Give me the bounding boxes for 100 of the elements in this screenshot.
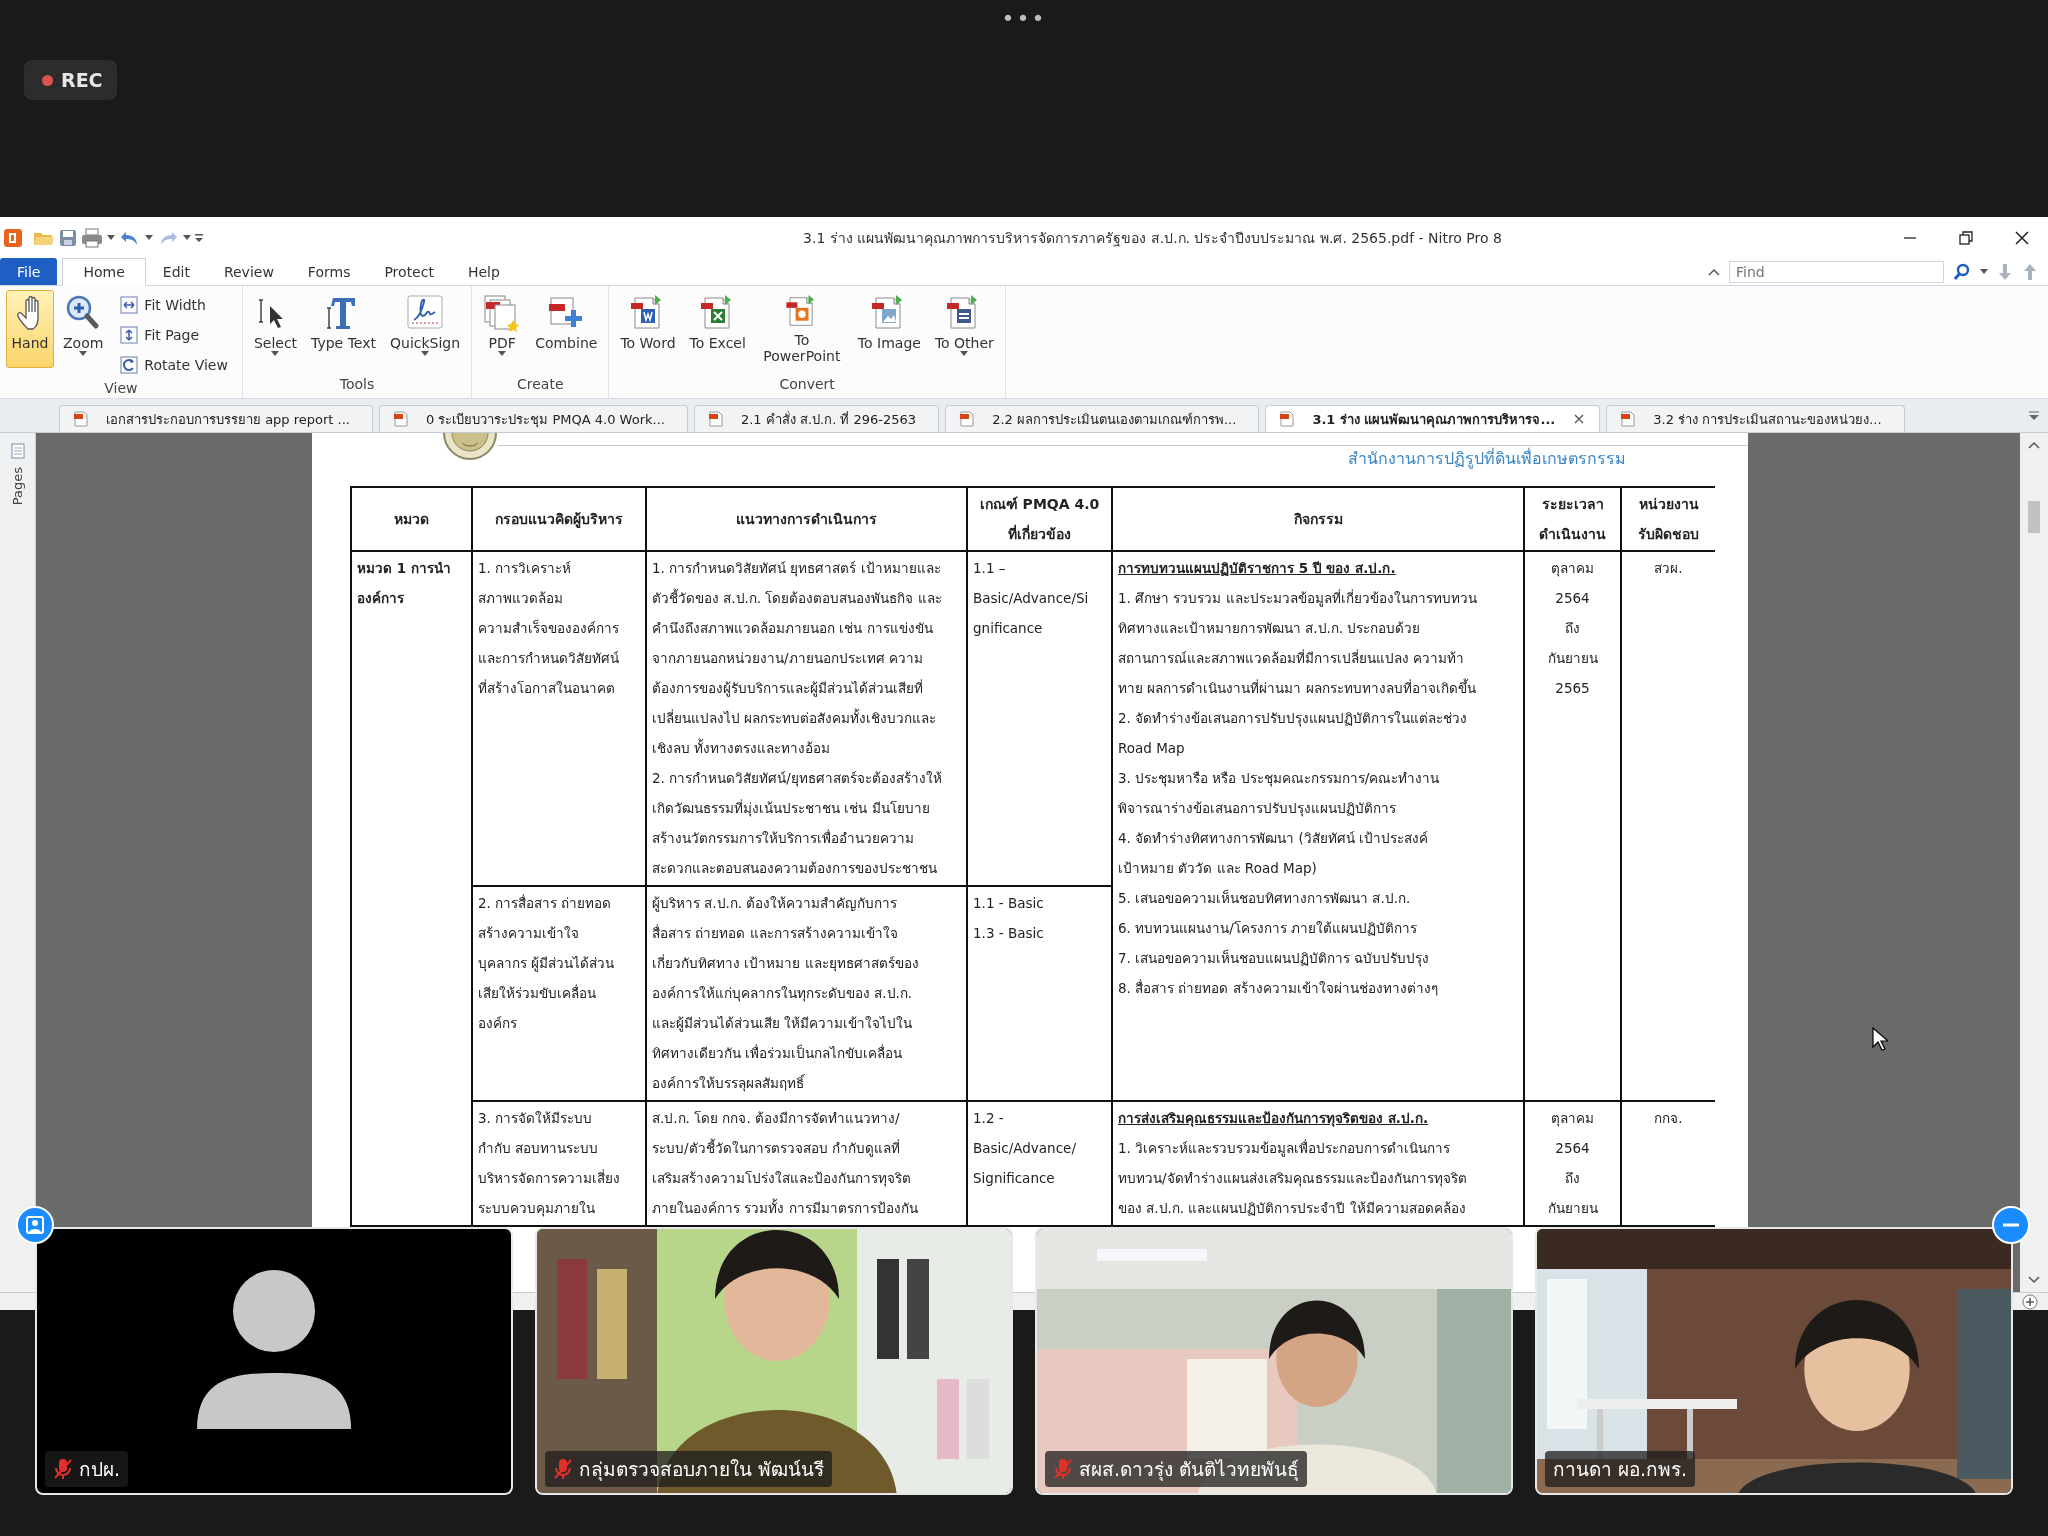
paragraph: 1. ศึกษา รวบรวม และประมวลข้อมูลที่เกี่ยวข้องในการทบทวน ทิศทางและเป้าหมายการพัฒนา ส.ป.ก. ประกอบด้วย สถานการณ์และสภาพแวดล้อมที่มีการเปลี่ยนแปลง ความท้า ทาย ผลการดำเนินงานที่ผ่านมา ผลกระทบทางลบที่อาจเกิดขึ้น — [1118, 588, 1478, 698]
search-icon[interactable] — [1953, 262, 1971, 281]
caret-icon[interactable] — [183, 235, 191, 240]
ribbon-button[interactable]: Rotate View — [116, 352, 232, 378]
document-tab[interactable]: 3.1 ร่าง แผนพัฒนาคุณภาพการบริหารจ... — [1265, 405, 1601, 432]
column-header: ระยะเวลา ดำเนินงาน — [1524, 487, 1621, 551]
paragraph: ผู้บริหาร ส.ป.ก. ต้องให้ความสำคัญกับการ สื่อสาร ถ่ายทอด และการสร้างความเข้าใจ เกี่ยวกับทิศทาง เป้าหมาย และยุทธศาสตร์ของ องค์การให้แก่บุคลากรในทุกระดับของ ส.ป.ก. และผู้มีส่วนได้ส่วนเสีย ให้มีความเข้าใจไปใน ทิศทางเดียวกัน เพื่อร่วมเป็นกลไกขับเคลื่อน องค์การให้บรรลุผลสัมฤทธิ์ — [652, 894, 920, 1094]
ribbon-tab[interactable]: Review — [206, 258, 291, 285]
table-cell: 2. การสื่อสาร ถ่ายทอด สร้างความเข้าใจ บุคลากร ผู้มีส่วนได้ส่วน เสียให้ร่วมขับเคลื่อน องค์กร — [472, 886, 646, 1101]
ribbon-button[interactable]: PDF — [478, 290, 527, 368]
document-tab[interactable]: 3.2 ร่าง การประเมินสถานะของหน่วยง... — [1606, 405, 1905, 432]
participant-name: กลุ่มตรวจสอบภายใน พัฒน์นรี — [545, 1451, 833, 1487]
ribbon-button[interactable]: Hand — [6, 290, 54, 368]
scroll-bar[interactable] — [2020, 433, 2048, 1292]
ribbon-button[interactable]: Fit Width — [116, 292, 232, 318]
ribbon-tab[interactable]: Edit — [145, 258, 207, 285]
signature-icon — [406, 294, 445, 332]
ribbon-button[interactable]: Zoom — [58, 290, 109, 368]
caret-icon[interactable] — [1980, 269, 1988, 274]
participant-name: สผส.ดาวรุ่ง ตันติไวทยพันธุ์ — [1045, 1451, 1308, 1487]
ribbon-button[interactable]: To Excel — [684, 290, 751, 368]
participant-name: กานดา ผอ.กพร. — [1545, 1451, 1696, 1487]
minimize-icon[interactable] — [1992, 1206, 2030, 1244]
ribbon-button[interactable]: To PowerPoint — [754, 290, 849, 368]
column-header: กิจกรรม — [1112, 487, 1524, 551]
scroll-up-icon[interactable] — [2028, 441, 2040, 449]
ribbon-tab[interactable]: Forms — [290, 258, 368, 285]
activity-heading: การส่งเสริมคุณธรรมและป้องกันการทุจริตของ ส.ป.ก. — [1118, 1109, 1430, 1129]
ribbon-button[interactable]: Combine — [530, 290, 603, 368]
activity-heading: การทบทวนแผนปฏิบัติราชการ 5 ปี ของ ส.ป.ก. — [1118, 559, 1397, 578]
table-cell: 1. การวิเคราะห์ สภาพแวดล้อม ความสำเร็จขององค์การ และการกำหนดวิสัยทัศน์ ที่สร้างโอกาสในอนาคต — [472, 551, 646, 886]
rotate-icon — [120, 356, 139, 374]
documents-icon — [483, 294, 522, 332]
paragraph: 2. จัดทำร่างข้อเสนอการปรับปรุงแผนปฏิบัติการในแต่ละช่วง Road Map — [1118, 709, 1469, 758]
close-icon[interactable] — [2014, 229, 2030, 246]
fit-width-icon — [120, 296, 139, 314]
pdf-file-icon — [960, 411, 975, 427]
pdf-file-icon — [1280, 411, 1295, 427]
ribbon-button[interactable]: To Other — [929, 290, 999, 368]
paragraph: 4. จัดทำร่างทิศทางการพัฒนา (วิสัยทัศน์ เป้าประสงค์ เป้าหมาย ตัววัด และ Road Map) — [1118, 829, 1430, 878]
document-tab[interactable]: 2.1 คำสั่ง ส.ป.ก. ที่ 296-2563 — [693, 405, 940, 432]
column-header: เกณฑ์ PMQA 4.0 ที่เกี่ยวข้อง — [967, 487, 1112, 551]
mouse-cursor-icon — [1872, 1027, 1888, 1051]
document-tab[interactable]: 0 ระเบียบวาระประชุม PMQA 4.0 Work... — [378, 405, 688, 432]
organization-name: สำนักงานการปฏิรูปที่ดินเพื่อเกษตรกรรม — [1348, 447, 1626, 471]
zoom-plus-icon[interactable] — [2022, 1293, 2038, 1310]
column-header: กรอบแนวคิดผู้บริหาร — [472, 487, 646, 551]
paragraph: 7. เสนอขอความเห็นชอบแผนปฏิบัติการ ฉบับปรับปรุง — [1118, 948, 1431, 969]
table-cell: ตุลาคม 2564 ถึง กันยายน 2565 — [1524, 551, 1621, 1101]
ribbon-button[interactable]: QuickSign — [385, 290, 466, 368]
find-field[interactable]: Find — [1729, 260, 1944, 283]
collapse-icon[interactable] — [1708, 266, 1720, 277]
ribbon-button[interactable]: To Image — [852, 290, 926, 368]
paragraph: 8. สื่อสาร ถ่ายทอด สร้างความเข้าใจผ่านช่องทางต่างๆ — [1118, 978, 1439, 998]
paragraph: 6. ทบทวนแผนงาน/โครงการ ภายใต้แผนปฏิบัติการ — [1118, 919, 1418, 938]
ribbon-button[interactable]: Fit Page — [116, 322, 232, 348]
ribbon-tab[interactable]: Home — [62, 258, 146, 286]
paragraph: 2. การกำหนดวิสัยทัศน์/ยุทธศาสตร์จะต้องสร้างให้ เกิดวัฒนธรรมที่มุ่งเน้นประชาชน เช่น มีนโยบาย สร้างนวัตกรรมการให้บริการเพื่ออำนวยความ สะดวกและตอบสนองความต้องการของประชาชน — [652, 769, 943, 878]
group-label: Create — [516, 376, 565, 394]
participant-name: กปผ. — [45, 1451, 129, 1487]
column-header: หมวด — [351, 487, 472, 551]
app-icon[interactable] — [3, 227, 23, 248]
seal-logo — [442, 433, 498, 461]
fit-page-icon — [120, 326, 139, 344]
column-header: หน่วยงาน รับผิดชอบ — [1621, 487, 1715, 551]
close-icon[interactable] — [1573, 413, 1586, 425]
document-tab[interactable]: 2.2 ผลการประเมินตนเองตามเกณฑ์การพ... — [945, 405, 1260, 432]
tab-list-icon[interactable] — [2028, 409, 2040, 422]
ribbon-button[interactable]: Type Text — [306, 290, 381, 368]
caret-icon[interactable] — [107, 235, 115, 240]
paragraph: 5. เสนอขอความเห็นชอบทิศทางการพัฒนา ส.ป.ก. — [1118, 888, 1412, 908]
paragraph: 3. ประชุมหารือ หรือ ประชุมคณะกรรมการ/คณะทำงาน พิจารณาร่างข้อเสนอการปรับปรุงแผนปฏิบัติการ — [1118, 769, 1441, 819]
save-icon[interactable] — [59, 228, 77, 247]
pdf-file-icon — [393, 411, 408, 427]
scroll-down-icon[interactable] — [2028, 1276, 2040, 1284]
ribbon-tab[interactable]: Help — [450, 258, 517, 285]
paragraph: 1. วิเคราะห์และรวบรวมข้อมูลเพื่อประกอบการดำเนินการ ทบทวน/จัดทำร่างแผนส่งเสริมคุณธรรมและป้องกันการทุจริต ของ ส.ป.ก. และแผนปฏิบัติการประจำปี ให้มีความสอดคล้อง — [1118, 1138, 1468, 1218]
window-title: 3.1 ร่าง แผนพัฒนาคุณภาพการบริหารจัดการภาครัฐของ ส.ป.ก. ประจำปีงบประมาณ พ.ศ. 2565.pdf - Nitro Pro 8 — [802, 228, 1503, 249]
table-cell: 1.1 – Basic/Advance/Si gnificance — [967, 551, 1112, 886]
caret-icon[interactable] — [145, 235, 153, 240]
group-label: Tools — [338, 376, 376, 394]
ribbon-button[interactable]: To Word — [615, 290, 681, 368]
ribbon-button[interactable]: Select — [248, 290, 303, 368]
print-icon[interactable] — [81, 227, 103, 248]
paragraph: ส.ป.ก. โดย กกจ. ต้องมีการจัดทำแนวทาง/ ระบบ/ตัวชี้วัดในการตรวจสอบ กำกับดูแลที่ เสริมสร้างความโปร่งใสและป้องกันการทุจริต ภายในองค์การ รวมทั้ง การมีมาตรการป้องกัน — [652, 1109, 919, 1218]
restore-icon[interactable] — [1958, 229, 1974, 246]
pages-tab[interactable]: Pages — [10, 467, 25, 506]
file-menu[interactable]: File — [0, 258, 58, 285]
pdf-file-icon — [74, 411, 88, 427]
ribbon-tab[interactable]: Protect — [367, 258, 451, 285]
pdf-file-icon — [1621, 411, 1636, 427]
group-label: Convert — [778, 376, 836, 394]
customize-icon[interactable] — [195, 231, 203, 244]
more-options[interactable]: ••• — [1001, 6, 1047, 32]
document-tab[interactable]: เอกสารประกอบการบรรยาย app report ... — [59, 405, 373, 432]
gallery-view-icon[interactable] — [16, 1206, 54, 1244]
group-label: View — [103, 380, 139, 398]
paragraph: 1. การกำหนดวิสัยทัศน์ ยุทธศาสตร์ เป้าหมายและ ตัวชี้วัดของ ส.ป.ก. โดยต้องตอบสนองพันธกิจ และ คำนึงถึงสภาพแวดล้อมภายนอก เช่น การแข่งขัน จากภายนอกหน่วยงาน/ภายนอกประเทศ ความ ต้องการของผู้รับบริการและผู้มีส่วนได้ส่วนเสียที่ เปลี่ยนแปลงไป ผลกระทบต่อสังคมทั้งเชิงบวกและ เชิงลบ ทั้งทางตรงและทางอ้อม — [652, 559, 943, 758]
scroll-thumb[interactable] — [2028, 501, 2040, 533]
pdf-file-icon — [708, 411, 723, 427]
